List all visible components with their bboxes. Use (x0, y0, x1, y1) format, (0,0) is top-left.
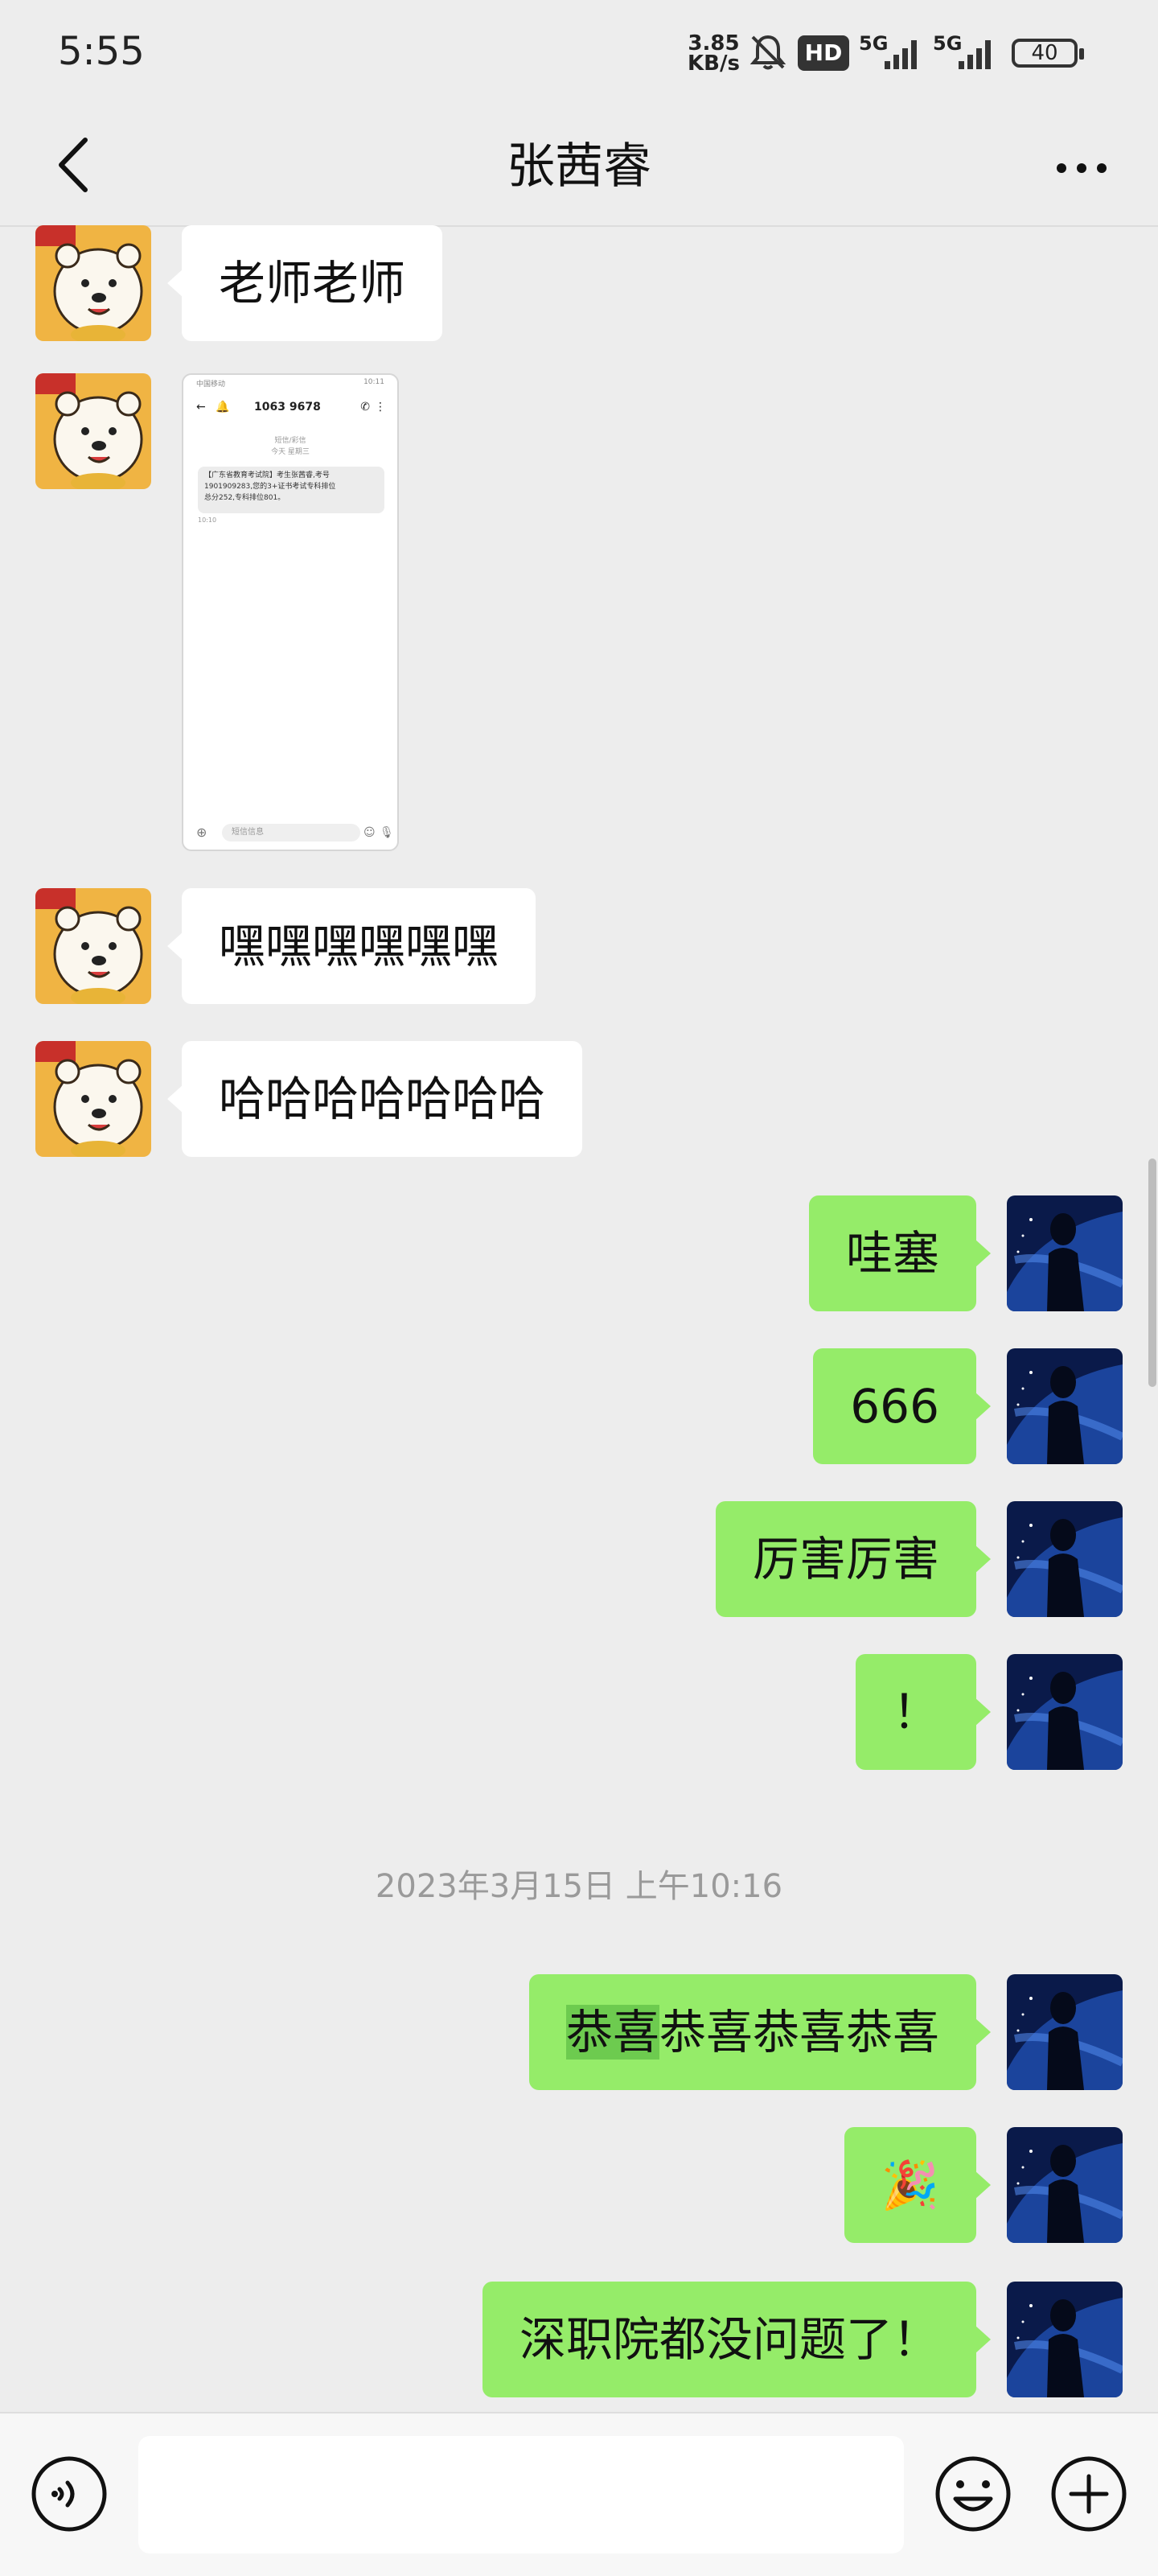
plus-icon[interactable] (1049, 2454, 1129, 2534)
screenshot-mic-icon: 🎙 (380, 826, 394, 839)
my-avatar[interactable] (1007, 2282, 1123, 2397)
input-bar (0, 2412, 1158, 2576)
screenshot-sms: 【广东省教育考试院】考生张茜睿,考号 1901909283,您的3+证书考试专科… (198, 467, 384, 513)
net-speed: 3.85 KB/s (688, 33, 740, 76)
my-avatar[interactable] (1007, 1348, 1123, 1464)
message-row: 🎉 (0, 2127, 1158, 2243)
screenshot-sms-line2: 1901909283,您的3+证书考试专科排位 (204, 483, 336, 491)
mute-bell-icon (749, 35, 786, 70)
message-input[interactable] (138, 2436, 904, 2553)
contact-avatar[interactable] (35, 225, 151, 341)
contact-avatar[interactable] (35, 373, 151, 489)
voice-icon[interactable] (29, 2454, 109, 2534)
screenshot-number: 1063 9678 (254, 401, 321, 414)
emoji-icon[interactable] (933, 2454, 1013, 2534)
my-avatar[interactable] (1007, 1501, 1123, 1617)
message-row: 哈哈哈哈哈哈哈 (0, 1041, 1158, 1157)
chat-timestamp: 2023年3月15日 上午10:16 (375, 1868, 783, 1905)
contact-avatar[interactable] (35, 1041, 151, 1157)
my-avatar[interactable] (1007, 1654, 1123, 1770)
status-bar: 5:55 3.85 KB/s HD 5G 5G 40 (0, 0, 1158, 105)
message-bubble[interactable]: 嘿嘿嘿嘿嘿嘿 (166, 888, 536, 1004)
more-dots-icon[interactable] (1045, 132, 1118, 204)
scrollbar[interactable] (1148, 1158, 1156, 1387)
message-row: 嘿嘿嘿嘿嘿嘿 (0, 888, 1158, 1004)
message-bubble[interactable]: 🎉 (844, 2127, 992, 2243)
screenshot-sms-time: 10:10 (198, 516, 217, 524)
message-row: 老师老师 (0, 225, 1158, 341)
my-avatar[interactable] (1007, 2127, 1123, 2243)
signal-1-icon (885, 40, 917, 69)
message-row: 厉害厉害 (0, 1501, 1158, 1617)
message-row: 恭喜恭喜恭喜恭喜 (0, 1974, 1158, 2090)
message-row: 中国移动 10:11 ← 🔔 1063 9678 ✆ ⋮ 短信/彩信 今天 星期… (0, 373, 1158, 851)
message-bubble[interactable]: 666 (813, 1348, 991, 1464)
message-bubble[interactable]: 哇塞 (808, 1195, 992, 1311)
screenshot-bell-icon: 🔔 (216, 401, 230, 414)
signal-2-icon (959, 40, 991, 69)
screenshot-status-bar: 中国移动 10:11 (183, 375, 397, 389)
my-avatar[interactable] (1007, 1195, 1123, 1311)
message-bubble[interactable]: 恭喜恭喜恭喜恭喜 (528, 1974, 992, 2090)
chat-header: 张茜睿 (0, 105, 1158, 227)
message-bubble[interactable]: 老师老师 (166, 225, 443, 341)
message-bubble[interactable]: 哈哈哈哈哈哈哈 (166, 1041, 583, 1157)
my-avatar[interactable] (1007, 1974, 1123, 2090)
battery-indicator: 40 (1012, 39, 1084, 68)
screenshot-carrier: 中国移动 (196, 381, 226, 389)
message-bubble[interactable]: 深职院都没问题了！ (482, 2282, 992, 2397)
screenshot-input: 短信信息 (222, 824, 360, 842)
screenshot-sms-line1: 【广东省教育考试院】考生张茜睿,考号 (204, 471, 330, 479)
message-row: 666 (0, 1348, 1158, 1464)
status-time: 5:55 (58, 29, 145, 74)
contact-avatar[interactable] (35, 888, 151, 1004)
screenshot-sms-line3: 总分252,专科排位801。 (204, 494, 285, 502)
screenshot-emoji-icon: ☺ (363, 826, 376, 839)
screenshot-back-icon: ← (196, 401, 206, 414)
screenshot-phone-icon: ✆ (360, 401, 370, 414)
message-row: 哇塞 (0, 1195, 1158, 1311)
screenshot-sub2: 今天 星期三 (271, 448, 310, 456)
image-message[interactable]: 中国移动 10:11 ← 🔔 1063 9678 ✆ ⋮ 短信/彩信 今天 星期… (182, 373, 399, 851)
selected-text-highlight[interactable]: 恭喜 (565, 2005, 659, 2060)
message-row: ！ (0, 1654, 1158, 1770)
screenshot-time: 10:11 (363, 378, 384, 386)
message-list[interactable]: 老师老师 中国移动 10:11 ← 🔔 1063 9678 ✆ ⋮ 短信/彩信 … (0, 225, 1158, 2411)
net-speed-unit: KB/s (688, 51, 740, 76)
screenshot-sub1: 短信/彩信 (274, 437, 306, 445)
chat-title: 张茜睿 (507, 138, 651, 195)
message-row: 深职院都没问题了！ (0, 2282, 1158, 2397)
message-text: 恭喜恭喜恭喜 (659, 2005, 939, 2060)
message-bubble[interactable]: ！ (855, 1654, 992, 1770)
screenshot-header: ← 🔔 1063 9678 ✆ ⋮ (183, 394, 397, 426)
message-bubble[interactable]: 厉害厉害 (715, 1501, 992, 1617)
hd-badge: HD (798, 35, 849, 71)
screenshot-plus-icon: ⊕ (196, 825, 207, 840)
screenshot-menu-icon: ⋮ (375, 401, 386, 414)
